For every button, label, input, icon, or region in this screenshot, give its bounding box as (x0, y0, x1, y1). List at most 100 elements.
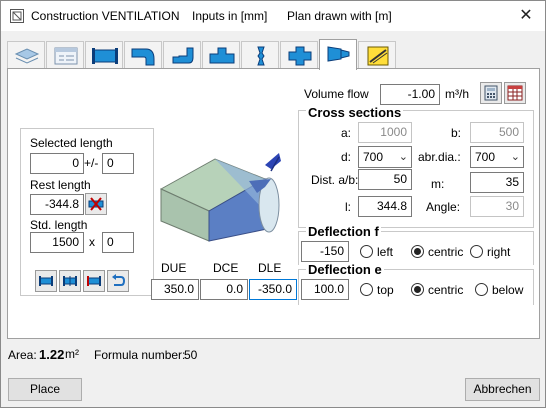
chevron-down-icon: ⌄ (398, 151, 408, 163)
offset-icon (172, 47, 194, 64)
d-select-value: 700 (363, 150, 384, 164)
duct-center-button[interactable] (59, 270, 81, 292)
volume-flow-unit: m³/h (445, 87, 469, 101)
rest-length-input[interactable]: -344.8 (30, 194, 84, 215)
dist-label: Dist. a/b: (311, 173, 359, 187)
radio-dot-icon (411, 283, 424, 296)
transition-preview-image (159, 153, 281, 242)
dle-input[interactable]: -350.0 (249, 279, 297, 300)
duct-right-icon (87, 276, 101, 286)
tab-cross[interactable] (280, 41, 318, 69)
apply-rest-length-button[interactable] (85, 193, 107, 215)
table-button[interactable] (504, 82, 526, 104)
count-input[interactable]: 0 (102, 232, 134, 253)
b-input[interactable]: 500 (470, 122, 524, 143)
due-input[interactable]: 350.0 (151, 279, 199, 300)
deflection-e-heading: Deflection e (306, 262, 384, 277)
area-label: Area: (8, 348, 37, 362)
deflection-f-centric-radio[interactable]: centric (411, 244, 463, 260)
app-icon (10, 9, 24, 23)
deflection-e-top-radio[interactable]: top (360, 282, 394, 298)
tab-diagonal[interactable] (358, 41, 396, 69)
radio-dot-icon (470, 245, 483, 258)
duct-center-icon (63, 276, 77, 286)
calculator-button[interactable] (480, 82, 502, 104)
length-group: Selected length 0 +/- 0 Rest length -344… (20, 128, 154, 296)
close-icon: ✕ (519, 7, 533, 24)
m-input[interactable]: 35 (470, 172, 524, 193)
close-button[interactable]: ✕ (511, 1, 541, 31)
duct-cut-icon (88, 197, 104, 211)
deflection-f-heading: Deflection f (306, 224, 381, 239)
tolerance-input[interactable]: 0 (102, 153, 134, 174)
rest-length-label: Rest length (30, 178, 91, 192)
title-inputs-unit: Inputs in [mm] (192, 9, 268, 23)
d-select[interactable]: 700 ⌄ (358, 146, 412, 168)
m-label: m: (431, 177, 445, 191)
duct-left-button[interactable] (35, 270, 57, 292)
dist-input[interactable]: 50 (358, 169, 412, 190)
transition-panel: Selected length 0 +/- 0 Rest length -344… (7, 68, 540, 339)
dce-label: DCE (213, 261, 239, 275)
cross-sections-heading: Cross sections (306, 105, 404, 120)
tab-form-list[interactable] (46, 41, 84, 69)
cross-icon (288, 46, 312, 66)
tab-layers[interactable] (7, 41, 45, 69)
area-value: 1.22 (39, 347, 65, 362)
tab-straight-duct[interactable] (85, 41, 123, 69)
a-label: a: (341, 126, 352, 140)
straight-duct-icon (92, 48, 118, 64)
reducer-icon (257, 46, 265, 66)
deflection-e-top-label: top (377, 283, 394, 297)
tab-bend[interactable] (124, 41, 162, 69)
formula-number-value: 50 (184, 348, 198, 362)
volume-flow-input[interactable]: -1.00 (380, 84, 440, 105)
deflection-f-right-label: right (487, 245, 511, 259)
window-title: Construction VENTILATION (31, 9, 180, 23)
radio-dot-icon (360, 283, 373, 296)
bend-icon (131, 48, 155, 66)
deflection-f-input[interactable]: -150 (301, 241, 349, 262)
place-button[interactable]: Place (8, 378, 82, 401)
abr-dia-select[interactable]: 700 ⌄ (470, 146, 524, 168)
form-list-icon (54, 47, 78, 65)
tab-reducer[interactable] (241, 41, 279, 69)
d-label: d: (341, 150, 352, 164)
volume-flow-label: Volume flow (304, 87, 369, 101)
deflection-f-left-radio[interactable]: left (360, 244, 393, 260)
tab-transition[interactable] (319, 39, 357, 70)
l-input[interactable]: 344.8 (358, 196, 412, 217)
deflection-e-centric-radio[interactable]: centric (411, 282, 463, 298)
selected-length-input[interactable]: 0 (30, 153, 84, 174)
dialog-window: Construction VENTILATION Inputs in [mm] … (0, 0, 546, 408)
deflection-e-input[interactable]: 100.0 (301, 279, 349, 300)
deflection-f-centric-label: centric (428, 245, 464, 259)
duct-right-button[interactable] (83, 270, 105, 292)
undo-button[interactable] (107, 270, 129, 292)
transition-icon (327, 46, 350, 62)
deflection-e-centric-label: centric (428, 283, 464, 297)
std-length-input[interactable]: 1500 (30, 232, 84, 253)
l-label: l: (345, 200, 351, 214)
duct-left-icon (39, 276, 53, 286)
abr-dia-select-value: 700 (475, 150, 496, 164)
dle-label: DLE (258, 261, 282, 275)
tab-tee[interactable] (202, 41, 240, 69)
std-length-label: Std. length (30, 218, 88, 232)
tee-icon (209, 47, 235, 64)
diagonal-element-icon (367, 46, 389, 66)
cancel-button[interactable]: Abbrechen (465, 378, 540, 401)
dce-input[interactable]: 0.0 (200, 279, 248, 300)
angle-input[interactable]: 30 (470, 196, 524, 217)
title-bar: Construction VENTILATION Inputs in [mm] … (1, 1, 545, 31)
radio-dot-icon (475, 283, 488, 296)
deflection-e-below-label: below (492, 283, 524, 297)
times-label: x (89, 235, 95, 249)
a-input[interactable]: 1000 (358, 122, 412, 143)
tab-offset[interactable] (163, 41, 201, 69)
deflection-e-below-radio[interactable]: below (475, 282, 523, 298)
deflection-f-right-radio[interactable]: right (470, 244, 510, 260)
radio-dot-icon (360, 245, 373, 258)
plus-minus-label: +/- (84, 156, 99, 170)
undo-icon (112, 274, 126, 286)
